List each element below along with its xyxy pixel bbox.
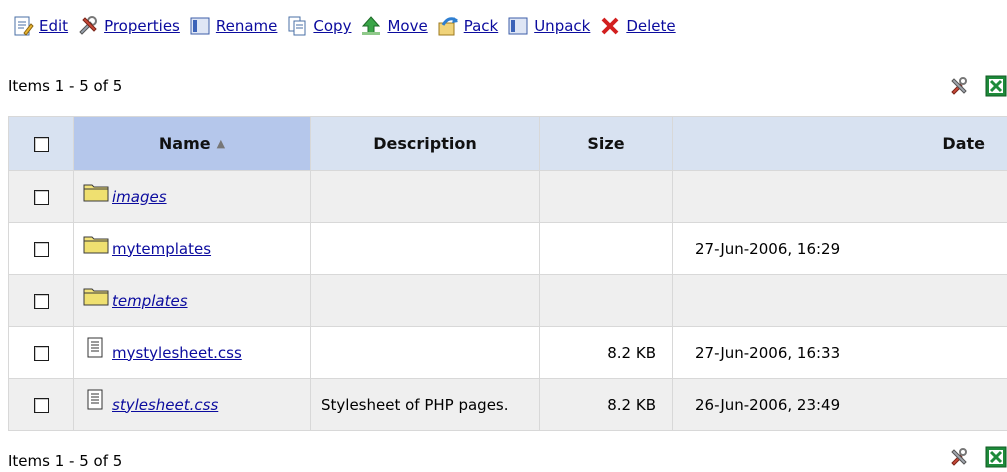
size-cell (539, 274, 673, 327)
description-cell (310, 222, 540, 275)
folder-icon (83, 288, 109, 305)
column-size-label: Size (587, 134, 625, 153)
column-date-label: Date (942, 134, 985, 153)
row-check-cell (8, 170, 74, 223)
delete-button[interactable]: Delete (599, 15, 676, 37)
table-row: mystylesheet.css 8.2 KB 27-Jun-2006, 16:… (8, 326, 1007, 379)
rename-icon (190, 17, 210, 35)
items-count-top: Items 1 - 5 of 5 (8, 77, 123, 95)
text-file-icon (87, 337, 103, 357)
name-cell: mystylesheet.css (73, 326, 311, 379)
table-row: templates (8, 274, 1007, 327)
properties-button[interactable]: Properties (77, 15, 180, 37)
date-cell (672, 170, 1007, 223)
row-checkbox[interactable] (33, 345, 49, 361)
copy-button[interactable]: Copy (286, 15, 351, 37)
table-header-row: Name ▲ Description Size Date (8, 116, 1007, 171)
column-header-date[interactable]: Date (672, 116, 1007, 171)
copy-icon (288, 16, 306, 36)
file-link[interactable]: templates (112, 292, 188, 310)
row-check-cell (8, 326, 74, 379)
select-all-cell (8, 116, 74, 171)
sort-ascending-icon: ▲ (216, 137, 226, 150)
description-cell (310, 326, 540, 379)
table-row: mytemplates 27-Jun-2006, 16:29 (8, 222, 1007, 275)
pack-icon (438, 17, 458, 36)
description-cell (310, 274, 540, 327)
row-checkbox[interactable] (33, 397, 49, 413)
size-cell: 8.2 KB (539, 326, 673, 379)
row-checkbox[interactable] (33, 293, 49, 309)
row-check-cell (8, 378, 74, 431)
tools-icon[interactable] (948, 75, 970, 97)
table-row: stylesheet.css Stylesheet of PHP pages. … (8, 378, 1007, 431)
size-cell (539, 222, 673, 275)
folder-icon (83, 184, 109, 201)
properties-label: Properties (104, 17, 180, 35)
select-all-checkbox[interactable] (33, 137, 49, 152)
name-cell: mytemplates (73, 222, 311, 275)
date-cell (672, 274, 1007, 327)
row-checkbox[interactable] (33, 241, 49, 257)
unpack-icon (508, 17, 528, 35)
file-link[interactable]: images (112, 188, 167, 206)
toolbar: Edit Properties Rename Copy Move Pack Un… (12, 11, 685, 41)
delete-label: Delete (626, 17, 676, 35)
description-cell: Stylesheet of PHP pages. (310, 378, 540, 431)
date-cell: 27-Jun-2006, 16:33 (672, 326, 1007, 379)
date-cell: 26-Jun-2006, 23:49 (672, 378, 1007, 431)
copy-label: Copy (313, 17, 352, 35)
table-row: images (8, 170, 1007, 223)
table-tools-bottom (933, 446, 1007, 468)
name-cell: images (73, 170, 311, 223)
rename-button[interactable]: Rename (189, 15, 278, 37)
column-name-label: Name (158, 134, 211, 153)
move-button[interactable]: Move (360, 15, 428, 37)
move-icon (362, 16, 381, 35)
row-checkbox[interactable] (33, 189, 49, 205)
pack-button[interactable]: Pack (437, 15, 499, 37)
rename-label: Rename (215, 17, 278, 35)
text-file-icon (87, 389, 103, 409)
excel-export-icon[interactable] (985, 446, 1007, 468)
unpack-label: Unpack (534, 17, 591, 35)
date-cell: 27-Jun-2006, 16:29 (672, 222, 1007, 275)
file-link[interactable]: stylesheet.css (112, 396, 218, 414)
unpack-button[interactable]: Unpack (507, 15, 590, 37)
excel-export-icon[interactable] (985, 75, 1007, 97)
column-header-size[interactable]: Size (539, 116, 673, 171)
name-cell: templates (73, 274, 311, 327)
column-description-label: Description (373, 134, 477, 153)
description-cell (310, 170, 540, 223)
folder-icon (83, 236, 109, 253)
tools-icon[interactable] (948, 446, 970, 468)
file-table: Name ▲ Description Size Date images myte… (8, 116, 1007, 431)
edit-button[interactable]: Edit (12, 15, 68, 37)
size-cell: 8.2 KB (539, 378, 673, 431)
delete-icon (601, 17, 619, 35)
column-header-description[interactable]: Description (310, 116, 540, 171)
edit-label: Edit (39, 17, 69, 35)
file-link[interactable]: mystylesheet.css (112, 344, 242, 362)
file-link[interactable]: mytemplates (112, 240, 211, 258)
properties-icon (79, 16, 98, 35)
row-check-cell (8, 222, 74, 275)
column-header-name[interactable]: Name ▲ (73, 116, 311, 171)
table-tools-top (933, 75, 1007, 97)
items-count-bottom: Items 1 - 5 of 5 (8, 452, 123, 470)
size-cell (539, 170, 673, 223)
name-cell: stylesheet.css (73, 378, 311, 431)
row-check-cell (8, 274, 74, 327)
edit-icon (14, 16, 34, 36)
move-label: Move (387, 17, 428, 35)
pack-label: Pack (463, 17, 499, 35)
